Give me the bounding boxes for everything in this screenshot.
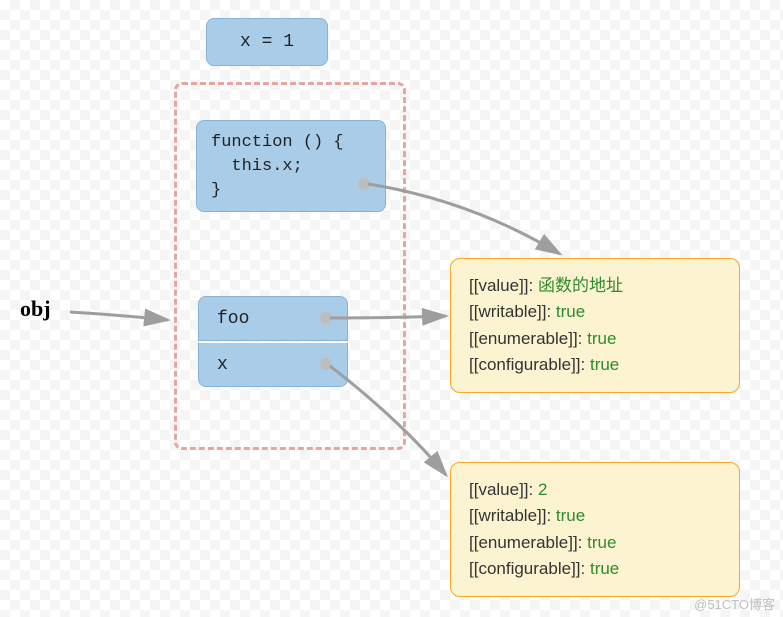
v: true [590, 355, 619, 374]
desc-row: [[value]]: 函数的地址 [469, 273, 721, 299]
desc-row: [[writable]]: true [469, 503, 721, 529]
prop-x-text: x [217, 355, 228, 375]
k: [[enumerable]]: [469, 329, 587, 348]
prop-foo-text: foo [217, 309, 249, 329]
k: [[enumerable]]: [469, 533, 587, 552]
desc-row: [[configurable]]: true [469, 556, 721, 582]
k: [[configurable]]: [469, 355, 590, 374]
connector-dot [320, 312, 332, 324]
desc-row: [[enumerable]]: true [469, 530, 721, 556]
v: true [590, 559, 619, 578]
global-var-box: x = 1 [206, 18, 328, 66]
v: true [587, 533, 616, 552]
desc-row: [[value]]: 2 [469, 477, 721, 503]
desc-row: [[enumerable]]: true [469, 326, 721, 352]
global-var-text: x = 1 [240, 32, 294, 52]
descriptor-x: [[value]]: 2 [[writable]]: true [[enumer… [450, 462, 740, 597]
v: true [556, 506, 585, 525]
descriptor-foo: [[value]]: 函数的地址 [[writable]]: true [[en… [450, 258, 740, 393]
k: [[writable]]: [469, 302, 556, 321]
function-box: function () { this.x; } [196, 120, 386, 212]
v: true [587, 329, 616, 348]
desc-row: [[configurable]]: true [469, 352, 721, 378]
function-code: function () { this.x; } [211, 133, 344, 200]
obj-label: obj [20, 296, 51, 322]
v: 2 [538, 480, 547, 499]
desc-row: [[writable]]: true [469, 299, 721, 325]
k: [[configurable]]: [469, 559, 590, 578]
connector-dot [320, 358, 332, 370]
v: true [556, 302, 585, 321]
connector-dot [358, 178, 370, 190]
k: [[value]]: [469, 276, 538, 295]
v: 函数的地址 [538, 276, 623, 295]
watermark: @51CTO博客 [694, 594, 775, 613]
k: [[writable]]: [469, 506, 556, 525]
k: [[value]]: [469, 480, 538, 499]
